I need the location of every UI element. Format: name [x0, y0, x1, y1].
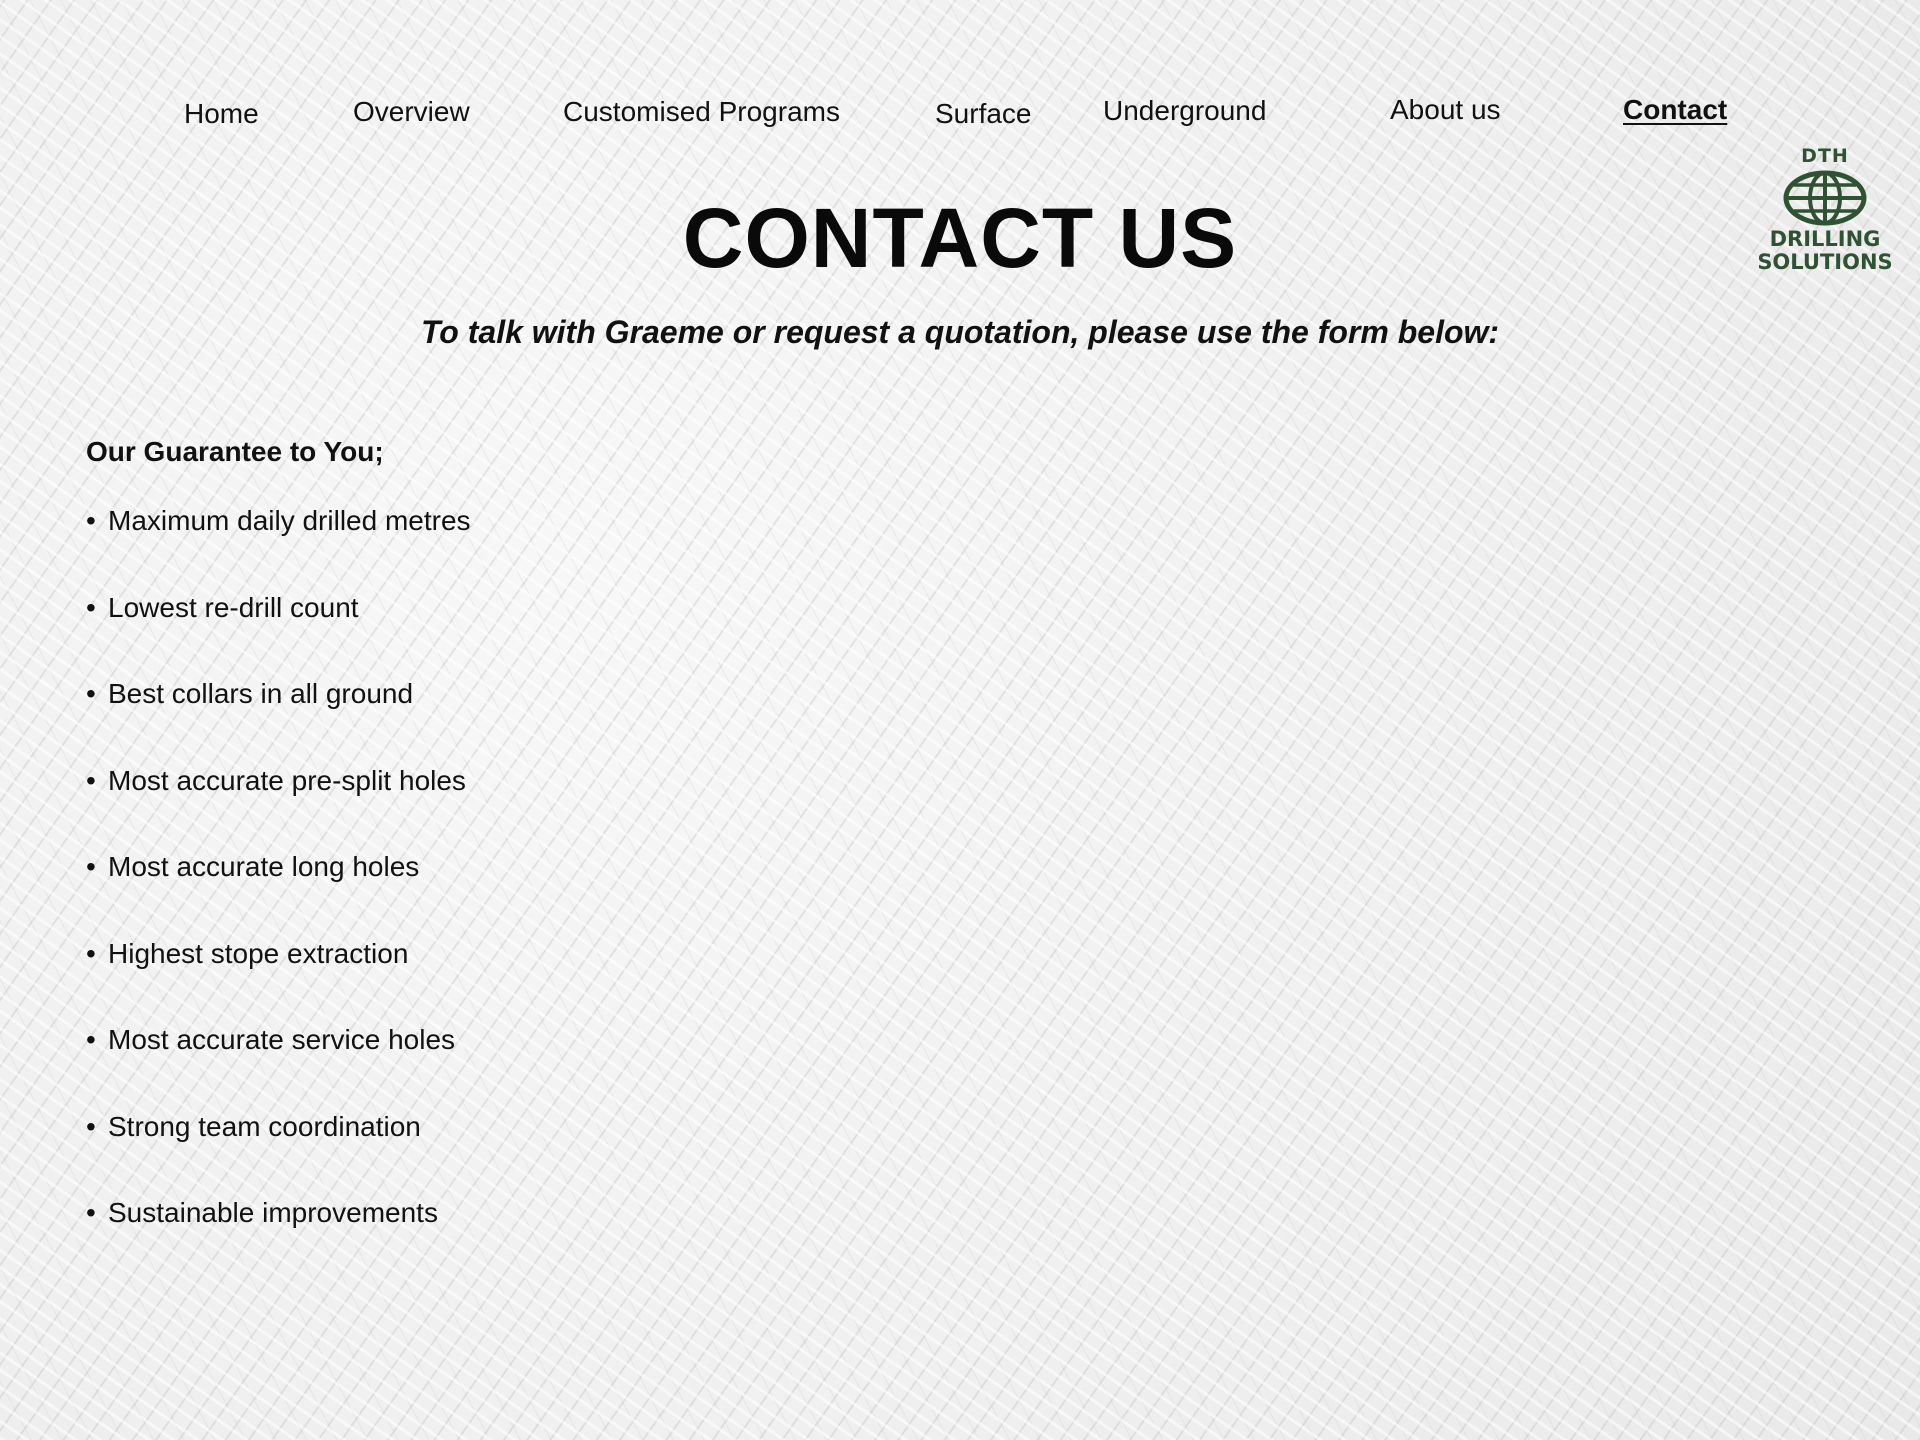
list-item: • Maximum daily drilled metres — [86, 503, 471, 590]
nav-underground[interactable]: Underground — [1103, 95, 1266, 127]
bullet-icon: • — [86, 851, 96, 882]
nav-surface[interactable]: Surface — [935, 98, 1032, 130]
list-item-text: Most accurate long holes — [108, 851, 420, 882]
page-title: CONTACT US — [682, 191, 1238, 285]
list-item: • Strong team coordination — [86, 1109, 471, 1196]
bullet-icon: • — [86, 591, 96, 623]
bullet-icon: • — [86, 1197, 96, 1228]
list-item: • Lowest re-drill count — [86, 590, 471, 677]
nav-about-us[interactable]: About us — [1390, 94, 1501, 126]
logo-top-text: DTH — [1801, 145, 1849, 167]
list-item: • Most accurate pre-split holes — [86, 763, 471, 850]
list-item: • Sustainable improvements — [86, 1195, 471, 1282]
list-item: • Most accurate long holes — [86, 849, 471, 936]
list-item-text: Maximum daily drilled metres — [108, 505, 471, 536]
list-item-text: Lowest re-drill count — [108, 591, 359, 623]
list-item-text: Strong team coordination — [108, 1110, 421, 1142]
list-item-text: Best collars in all ground — [108, 678, 414, 709]
guarantee-heading: Our Guarantee to You; — [86, 436, 384, 467]
bullet-icon: • — [86, 678, 96, 709]
bullet-icon: • — [86, 1024, 96, 1055]
list-item: • Most accurate service holes — [86, 1022, 471, 1109]
guarantee-section: Our Guarantee to You; • Maximum daily dri… — [86, 434, 471, 1282]
nav-overview[interactable]: Overview — [353, 96, 470, 128]
bullet-icon: • — [86, 1110, 96, 1142]
nav-contact[interactable]: Contact — [1623, 94, 1727, 126]
guarantee-list: • Maximum daily drilled metres • Lowest re… — [86, 503, 471, 1282]
list-item: • Best collars in all ground — [86, 676, 471, 763]
list-item-text: Highest stope extraction — [108, 937, 409, 969]
bullet-icon: • — [86, 505, 96, 536]
page-subtitle: To talk with Graeme or request a quotati… — [420, 314, 1500, 350]
bullet-icon: • — [86, 764, 96, 796]
list-item-text: Most accurate service holes — [108, 1024, 456, 1055]
list-item-text: Most accurate pre-split holes — [108, 764, 466, 796]
main-nav: Home Overview Customised Programs Surfac… — [0, 92, 1920, 142]
list-item-text: Sustainable improvements — [108, 1197, 438, 1228]
list-item: • Highest stope extraction — [86, 936, 471, 1023]
nav-home[interactable]: Home — [184, 98, 259, 130]
nav-customised-programs[interactable]: Customised Programs — [563, 96, 840, 128]
bullet-icon: • — [86, 937, 96, 969]
